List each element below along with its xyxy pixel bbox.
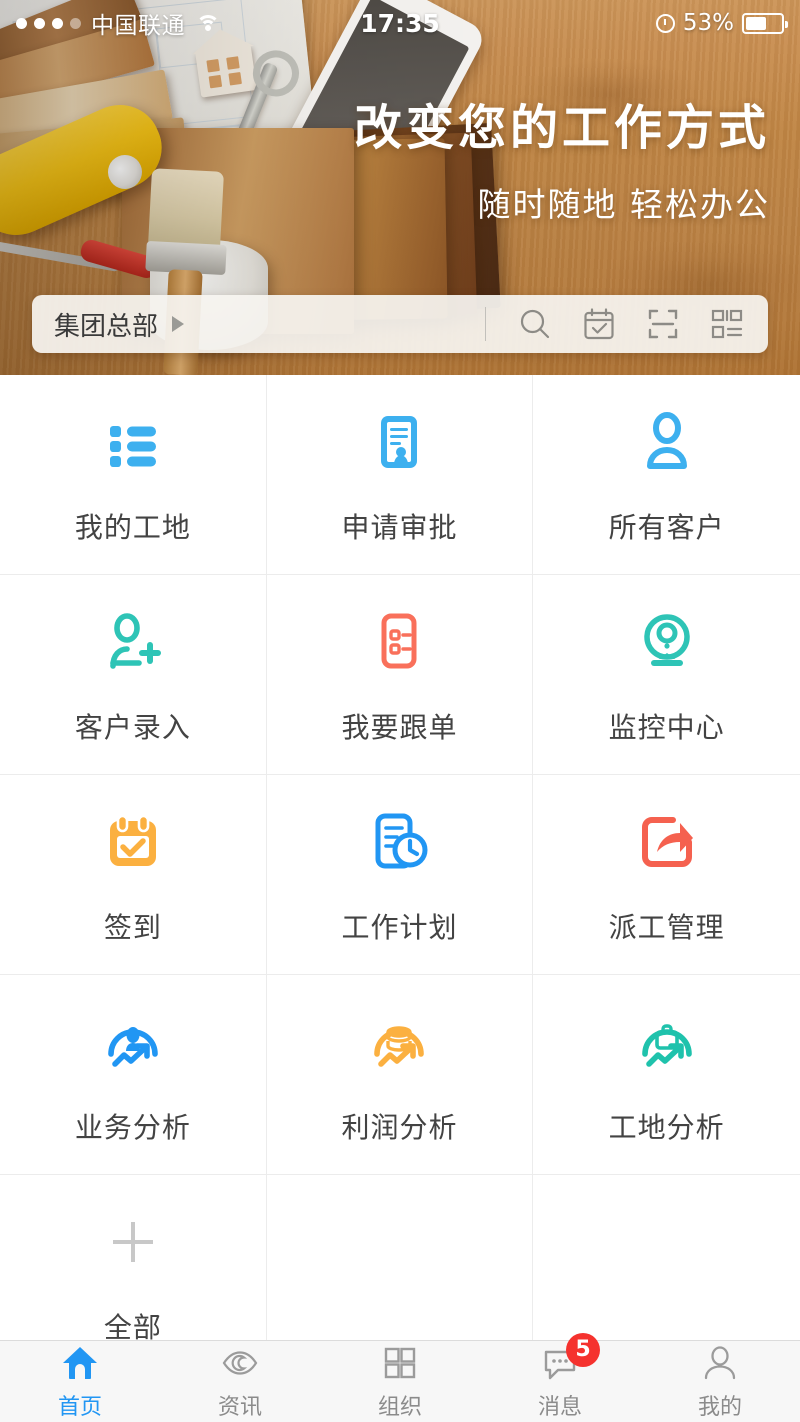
status-bar: 中国联通 17:35 53% <box>0 0 800 46</box>
tab-label: 组织 <box>377 1394 422 1420</box>
user-add-icon <box>95 604 171 680</box>
coins-trend-icon <box>361 1004 437 1080</box>
grid-item-label: 监控中心 <box>608 710 725 744</box>
calendar-check-icon <box>95 804 171 880</box>
grid-item-label: 利润分析 <box>341 1110 458 1144</box>
battery-icon <box>742 12 788 34</box>
approval-doc-icon <box>361 404 437 480</box>
calendar-check-icon[interactable] <box>580 305 618 343</box>
alarm-icon <box>655 13 675 33</box>
tab-messages[interactable]: 5 消息 <box>480 1332 640 1422</box>
grid-item-label: 业务分析 <box>74 1110 191 1144</box>
grid-item-customer-entry[interactable]: 客户录入 <box>0 575 267 775</box>
tab-label: 我的 <box>697 1394 742 1420</box>
grid-icon <box>380 1343 420 1383</box>
grid-item-approval[interactable]: 申请审批 <box>266 375 534 575</box>
briefcase-trend-icon <box>629 1004 705 1080</box>
grid-item-follow-order[interactable]: 我要跟单 <box>266 575 534 775</box>
grid-item-my-sites[interactable]: 我的工地 <box>0 375 267 575</box>
grid-item-business-analysis[interactable]: 业务分析 <box>0 975 267 1175</box>
grid-item-label: 客户录入 <box>74 710 191 744</box>
tab-label: 资讯 <box>217 1394 262 1420</box>
grid-item-label: 我要跟单 <box>341 710 458 744</box>
list-icon <box>95 404 171 480</box>
tab-profile[interactable]: 我的 <box>640 1341 800 1422</box>
org-name-label: 集团总部 <box>54 311 159 342</box>
qrcode-icon[interactable] <box>708 305 746 343</box>
grid-item-label: 申请审批 <box>341 510 458 544</box>
eye-icon <box>220 1343 260 1383</box>
checklist-icon <box>361 604 437 680</box>
plus-icon <box>95 1204 171 1280</box>
user-trend-icon <box>95 1004 171 1080</box>
share-export-icon <box>629 804 705 880</box>
tab-label: 消息 <box>537 1394 582 1420</box>
home-icon <box>60 1343 100 1383</box>
grid-item-label: 所有客户 <box>608 510 725 544</box>
tab-label: 首页 <box>57 1394 102 1420</box>
tab-home[interactable]: 首页 <box>0 1341 160 1422</box>
banner-subheadline: 随时随地 轻松办公 <box>477 185 770 224</box>
grid-item-label: 派工管理 <box>608 910 725 944</box>
status-bar-clock: 17:35 <box>360 8 440 38</box>
search-icon[interactable] <box>516 305 554 343</box>
tab-organization[interactable]: 组织 <box>320 1341 480 1422</box>
grid-item-site-analysis[interactable]: 工地分析 <box>533 975 800 1175</box>
webcam-icon <box>629 604 705 680</box>
grid-item-work-plan[interactable]: 工作计划 <box>266 775 534 975</box>
search-bar[interactable]: 集团总部 <box>32 295 768 353</box>
caret-right-icon <box>172 316 185 332</box>
grid-item-label: 工地分析 <box>608 1110 725 1144</box>
org-selector[interactable]: 集团总部 <box>32 306 185 343</box>
chat-icon: 5 <box>540 1332 600 1383</box>
person-icon <box>700 1343 740 1383</box>
tab-news[interactable]: 资讯 <box>160 1341 320 1422</box>
bottom-tab-bar: 首页 资讯 组织 5 消息 我的 <box>0 1332 800 1422</box>
grid-item-dispatch[interactable]: 派工管理 <box>533 775 800 975</box>
grid-item-label: 我的工地 <box>74 510 191 544</box>
plan-clock-icon <box>361 804 437 880</box>
search-bar-tools <box>485 305 768 343</box>
grid-item-label: 签到 <box>103 910 162 944</box>
message-badge: 5 <box>566 1332 600 1367</box>
grid-item-profit-analysis[interactable]: 利润分析 <box>266 975 534 1175</box>
grid-item-label: 工作计划 <box>341 910 458 944</box>
grid-item-all-customers[interactable]: 所有客户 <box>533 375 800 575</box>
app-root: 中国联通 17:35 53% 改变您的工作方式 随时随地 轻松办公 集团总部 我… <box>0 0 800 1422</box>
grid-item-checkin[interactable]: 签到 <box>0 775 267 975</box>
banner-headline: 改变您的工作方式 <box>353 100 770 156</box>
scan-icon[interactable] <box>644 305 682 343</box>
grid-item-monitor-center[interactable]: 监控中心 <box>533 575 800 775</box>
user-icon <box>629 404 705 480</box>
divider <box>485 307 486 341</box>
app-shortcut-grid: 我的工地 申请审批 所有客户 客户录入 我要跟单 监控中心 签到 工作计划 派工… <box>0 375 800 1375</box>
banner-text-block: 改变您的工作方式 随时随地 轻松办公 <box>354 88 770 226</box>
